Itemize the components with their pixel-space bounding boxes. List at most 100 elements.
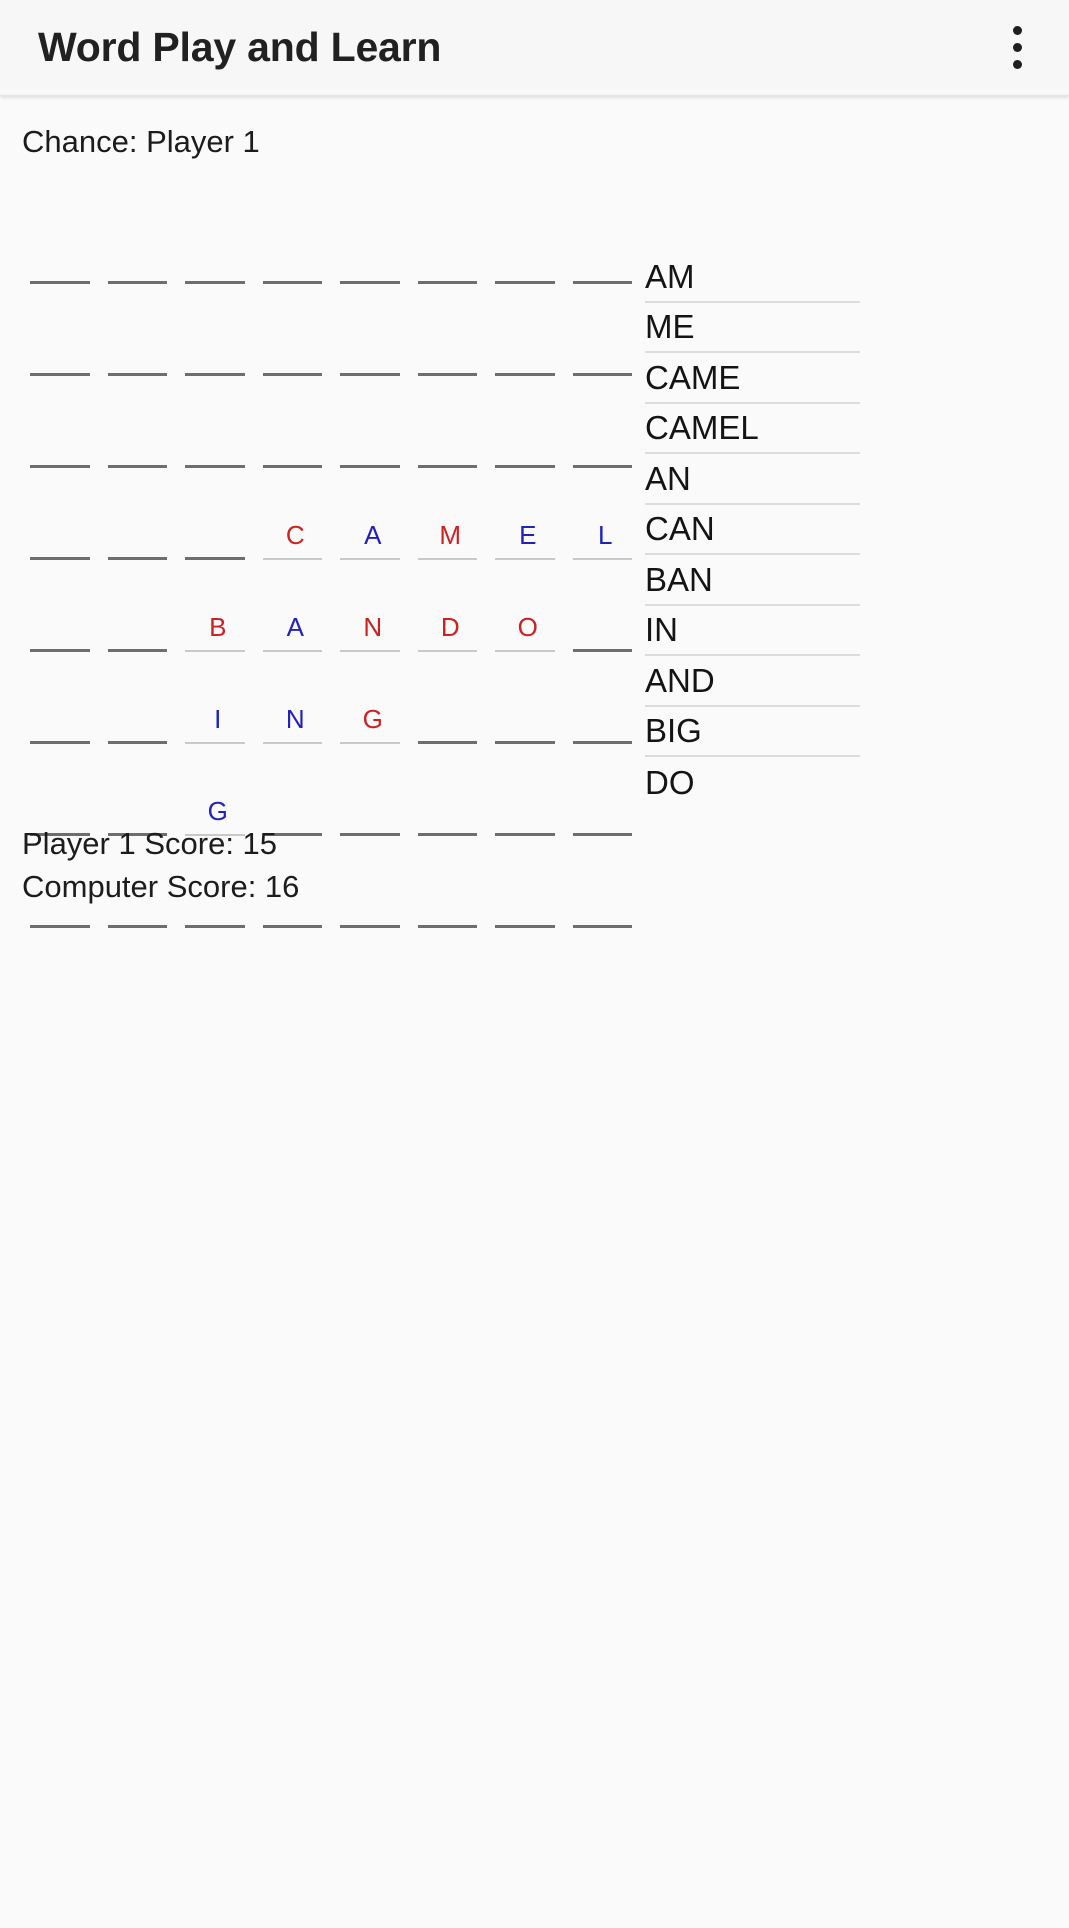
board-cell-empty[interactable]	[102, 652, 180, 744]
board-row: BANDO	[24, 560, 644, 652]
board-cell-filled[interactable]: C	[257, 468, 335, 560]
word-label: ME	[645, 308, 695, 346]
board-cell-empty[interactable]	[412, 376, 490, 468]
board-cell-empty[interactable]	[257, 192, 335, 284]
board-letter: A	[286, 612, 304, 642]
word-label: BAN	[645, 560, 713, 598]
board-letter: G	[207, 796, 228, 826]
board-row	[24, 192, 644, 284]
board-cell-filled[interactable]: E	[489, 468, 567, 560]
board-letter: M	[439, 520, 462, 550]
board-cell-empty[interactable]	[567, 836, 645, 928]
word-label: CAMEL	[645, 409, 759, 447]
board-cell-empty[interactable]	[567, 284, 645, 376]
board-letter: G	[362, 704, 383, 734]
board-letter: L	[598, 520, 613, 550]
word-label: AN	[645, 459, 691, 497]
board-cell-empty[interactable]	[179, 468, 257, 560]
board-cell-empty[interactable]	[179, 192, 257, 284]
board-letter: D	[440, 612, 460, 642]
board-row: C A ME L	[24, 468, 644, 560]
board-cell-empty[interactable]	[179, 376, 257, 468]
board-cell-filled[interactable]: D	[412, 560, 490, 652]
overflow-dot	[1012, 60, 1022, 69]
board-cell-empty[interactable]	[257, 284, 335, 376]
board-cell-empty[interactable]	[489, 284, 567, 376]
more-vertical-icon[interactable]	[989, 16, 1045, 80]
board-cell-empty[interactable]	[567, 560, 645, 652]
word-label: CAME	[645, 358, 741, 396]
board-cell-empty[interactable]	[24, 560, 102, 652]
word-list-item: AND	[645, 656, 860, 707]
board-cell-filled[interactable]: G	[334, 652, 412, 744]
board-cell-filled[interactable]: N	[334, 560, 412, 652]
word-list-item: CAME	[645, 353, 860, 404]
board-cell-empty[interactable]	[567, 192, 645, 284]
board-row: IN G	[24, 652, 644, 744]
board-cell-filled[interactable]: B	[179, 560, 257, 652]
board-cell-empty[interactable]	[102, 376, 180, 468]
board-cell-filled[interactable]: O	[489, 560, 567, 652]
word-label: BIG	[645, 712, 702, 750]
board-cell-empty[interactable]	[102, 192, 180, 284]
board-cell-empty[interactable]	[334, 376, 412, 468]
word-list-item: IN	[645, 606, 860, 656]
board-letter: N	[363, 612, 383, 642]
board-cell-filled[interactable]: M	[412, 468, 490, 560]
board-cell-filled[interactable]: A	[334, 468, 412, 560]
board-cell-empty[interactable]	[334, 192, 412, 284]
board-cell-empty[interactable]	[567, 744, 645, 836]
board-cell-empty[interactable]	[102, 560, 180, 652]
word-list-item: DO	[645, 757, 860, 808]
board-cell-empty[interactable]	[567, 376, 645, 468]
board-cell-underline	[495, 925, 555, 928]
board-cell-filled[interactable]: N	[257, 652, 335, 744]
word-list-item: CAN	[645, 505, 860, 555]
letter-board[interactable]: C A M E L B A N D O I N G G	[24, 192, 644, 928]
board-cell-empty[interactable]	[412, 744, 490, 836]
board-cell-empty[interactable]	[334, 284, 412, 376]
word-label: CAN	[645, 510, 715, 548]
word-list: AM ME CAME CAMEL AN CAN BAN IN AND BIG DO	[645, 252, 860, 808]
word-list-item: AM	[645, 252, 860, 303]
board-cell-empty[interactable]	[489, 652, 567, 744]
board-cell-empty[interactable]	[412, 652, 490, 744]
board-cell-empty[interactable]	[489, 192, 567, 284]
board-cell-empty[interactable]	[179, 284, 257, 376]
board-cell-empty[interactable]	[412, 192, 490, 284]
player1-score: Player 1 Score: 15	[22, 826, 278, 861]
board-cell-empty[interactable]	[334, 836, 412, 928]
board-cell-empty[interactable]	[412, 836, 490, 928]
app-bar: Word Play and Learn	[0, 0, 1069, 96]
word-label: DO	[645, 763, 695, 801]
board-cell-empty[interactable]	[102, 284, 180, 376]
board-cell-underline	[107, 925, 167, 928]
word-list-item: CAMEL	[645, 404, 860, 454]
board-cell-empty[interactable]	[489, 376, 567, 468]
board-cell-filled[interactable]: I	[179, 652, 257, 744]
board-letter: B	[209, 612, 227, 642]
board-letter: O	[517, 612, 538, 642]
board-cell-empty[interactable]	[412, 284, 490, 376]
word-list-item: BIG	[645, 707, 860, 757]
board-letter: C	[285, 520, 305, 550]
board-cell-empty[interactable]	[257, 376, 335, 468]
board-cell-underline	[572, 925, 632, 928]
board-letter: A	[364, 520, 382, 550]
board-cell-empty[interactable]	[24, 652, 102, 744]
board-cell-empty[interactable]	[489, 744, 567, 836]
board-cell-empty[interactable]	[489, 836, 567, 928]
board-cell-underline	[262, 925, 322, 928]
board-cell-filled[interactable]: A	[257, 560, 335, 652]
board-cell-empty[interactable]	[24, 468, 102, 560]
board-cell-filled[interactable]: L	[567, 468, 645, 560]
board-cell-empty[interactable]	[567, 652, 645, 744]
board-cell-empty[interactable]	[334, 744, 412, 836]
board-cell-empty[interactable]	[102, 468, 180, 560]
score-panel: Player 1 Score: 15 Computer Score: 16	[22, 822, 299, 909]
board-letter: N	[285, 704, 305, 734]
board-cell-empty[interactable]	[24, 192, 102, 284]
board-cell-empty[interactable]	[24, 376, 102, 468]
board-cell-empty[interactable]	[24, 284, 102, 376]
computer-score: Computer Score: 16	[22, 869, 300, 905]
